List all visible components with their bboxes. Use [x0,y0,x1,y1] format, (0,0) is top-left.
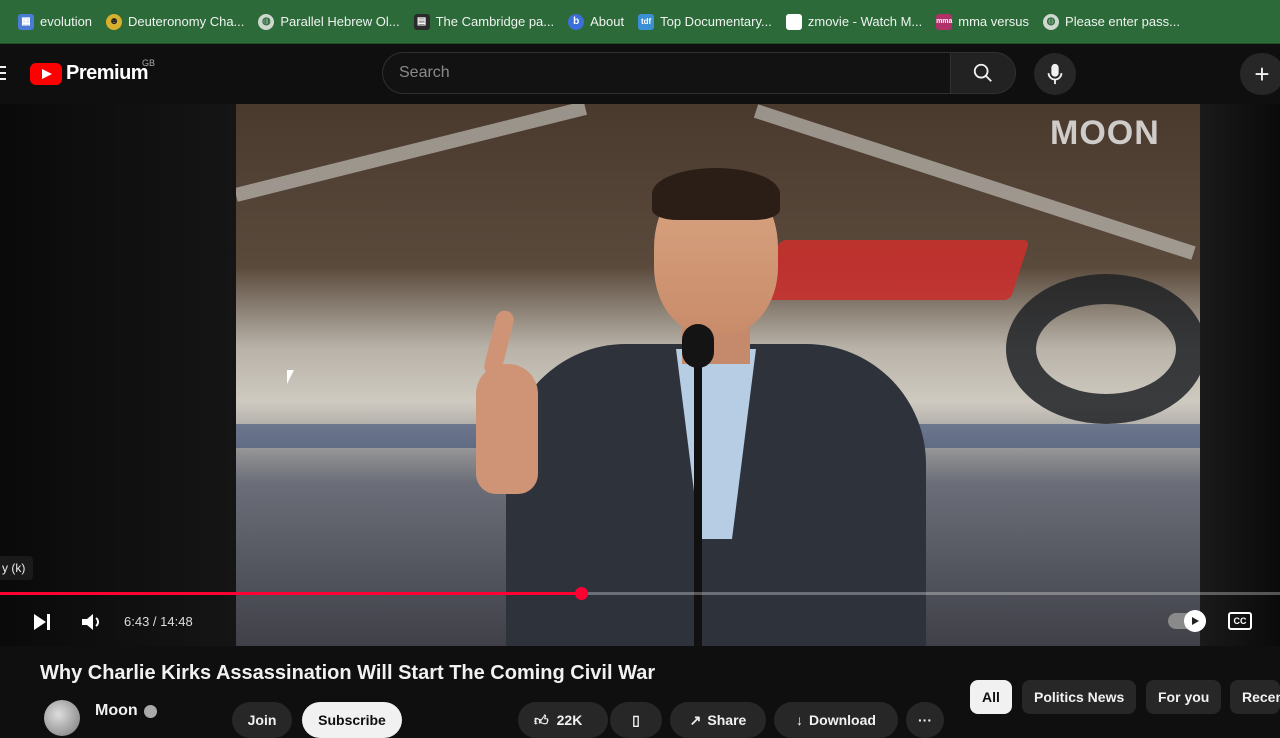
bookmark-label: mma versus [958,14,1030,29]
microphone-icon [1047,63,1063,85]
background-tire [1006,274,1200,424]
globe-icon: ◍ [258,13,275,30]
bookmark-cambridge[interactable]: ▤ The Cambridge pa... [410,8,565,36]
join-button[interactable]: Join [232,702,292,738]
autoplay-play-icon [1184,610,1206,632]
bookmark-label: evolution [40,14,93,29]
menu-icon[interactable] [0,66,6,82]
letterbox-left [0,104,236,646]
microphone [682,324,714,368]
bookmark-about[interactable]: b About [564,8,634,36]
video-title: Why Charlie Kirks Assassination Will Sta… [40,662,656,684]
bookmark-label: Please enter pass... [1065,14,1180,29]
progress-played [0,592,582,595]
skip-next-icon [34,614,50,630]
search-box [382,52,950,94]
bookmark-mma-versus[interactable]: mma mma versus [932,8,1039,36]
player-controls: 6:43 / 14:48 CC [0,600,1280,644]
globe-icon: ☻ [106,13,123,30]
channel-avatar[interactable] [44,700,80,736]
chip-recent[interactable]: Recen [1230,680,1280,714]
logo-text: Premium [66,62,149,84]
volume-icon [82,614,99,630]
globe-icon: ◍ [1043,13,1060,30]
dislike-button[interactable]: ▯ [610,702,662,738]
player-tooltip: y (k) [0,556,34,580]
tdf-logo-icon: tdf [638,13,655,30]
letterbox-right [1200,104,1280,646]
share-label: Share [707,712,747,728]
bookmark-evolution[interactable]: ▦ evolution [14,8,102,36]
search-button[interactable] [950,52,1016,94]
bookmark-top-documentary[interactable]: tdf Top Documentary... [634,8,782,36]
channel-watermark: MOON [1050,114,1160,152]
subtitles-button[interactable]: CC [1228,612,1252,630]
download-label: Download [809,712,876,728]
bookmark-label: About [590,14,625,29]
bookmark-please-enter[interactable]: ◍ Please enter pass... [1039,8,1190,36]
youtube-premium-logo[interactable]: Premium [30,62,149,85]
youtube-play-icon [30,62,62,85]
search-icon [973,63,992,82]
channel-name[interactable]: Moon [95,702,157,720]
b-logo-icon: b [568,13,585,30]
speaker-figure [476,164,936,646]
subscribe-button[interactable]: Subscribe [302,702,402,738]
share-button[interactable]: ↗ Share [670,702,766,738]
download-icon: ↓ [796,712,804,728]
bookmark-deuteronomy[interactable]: ☻ Deuteronomy Cha... [102,8,254,36]
more-actions-button[interactable]: ··· [906,702,944,738]
verified-check-icon [143,704,157,718]
channel-name-text: Moon [95,702,138,719]
progress-bar[interactable] [0,587,1280,600]
speaker-hair [652,168,780,220]
autoplay-toggle[interactable] [1168,610,1206,632]
like-button[interactable]: 👍︎ 22K [518,702,608,738]
speaker-hand [476,364,538,494]
plus-icon: + [1254,58,1270,89]
country-code: GB [142,58,156,68]
bookmark-label: Deuteronomy Cha... [128,14,245,29]
time-display: 6:43 / 14:48 [124,614,193,629]
bookmark-parallel-hebrew[interactable]: ◍ Parallel Hebrew Ol... [254,8,409,36]
create-button[interactable]: + [1240,53,1280,95]
volume-button[interactable] [78,610,106,634]
share-icon: ↗ [689,711,702,728]
blank-page-icon [785,13,802,30]
next-button[interactable] [30,610,54,634]
like-count: 22K [556,712,583,728]
video-player[interactable] [0,104,1280,646]
bookmark-label: Top Documentary... [660,14,772,29]
document-icon: ▤ [413,13,430,30]
chip-for-you[interactable]: For you [1146,680,1222,714]
search-input[interactable] [399,64,950,82]
mouse-cursor-icon [287,370,294,384]
bookmark-label: The Cambridge pa... [435,14,555,29]
bookmarks-bar: ▦ evolution ☻ Deuteronomy Cha... ◍ Paral… [0,0,1280,44]
thumbs-down-icon: ▯ [632,711,640,728]
mma-logo-icon: mma [936,13,952,30]
video-frame[interactable] [236,104,1200,646]
bookmark-label: zmovie - Watch M... [807,14,923,29]
bookmark-label: Parallel Hebrew Ol... [280,14,400,29]
download-button[interactable]: ↓ Download [774,702,898,738]
chip-politics-news[interactable]: Politics News [1022,680,1137,714]
grid-icon: ▦ [18,13,34,30]
chip-all[interactable]: All [970,680,1012,714]
voice-search-button[interactable] [1034,53,1076,95]
bookmark-zmovie[interactable]: zmovie - Watch M... [782,8,932,36]
thumbs-up-icon: 👍︎ [534,711,549,728]
